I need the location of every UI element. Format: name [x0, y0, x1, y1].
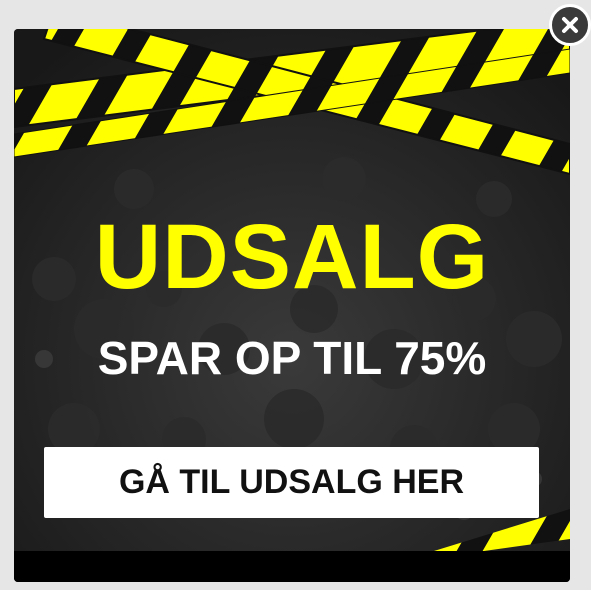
discount-subline: SPAR OP TIL 75%: [97, 332, 487, 384]
close-button[interactable]: [549, 4, 591, 46]
sale-popup: UDSALG SPAR OP TIL 75% GÅ TIL UDSALG HER: [14, 29, 570, 582]
go-to-sale-button[interactable]: GÅ TIL UDSALG HER: [44, 447, 539, 518]
bottom-bar: [14, 551, 570, 582]
sale-headline: UDSALG: [94, 206, 490, 308]
close-icon: [562, 17, 578, 33]
